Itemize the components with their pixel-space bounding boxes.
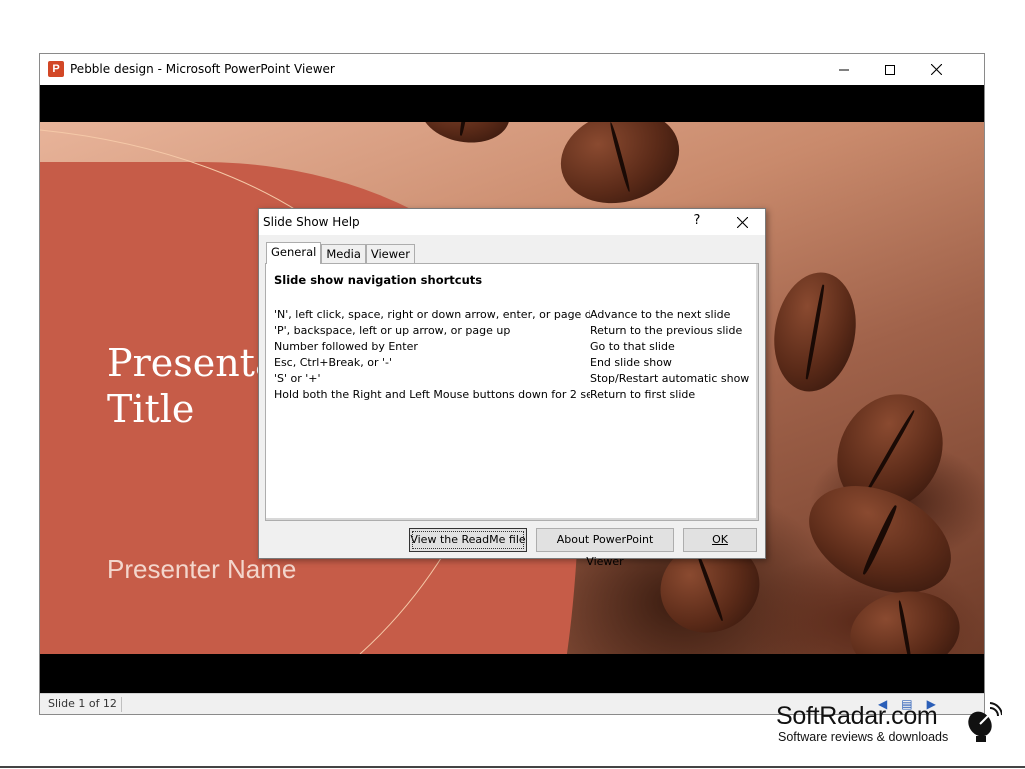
shortcut-list: 'N', left click, space, right or down ar… — [274, 307, 758, 403]
shortcut-action: Advance to the next slide — [590, 308, 731, 321]
dialog-tabs: General Media Viewer — [266, 242, 415, 264]
shortcut-keys: 'S' or '+' — [274, 372, 321, 385]
dialog-title: Slide Show Help — [263, 215, 360, 229]
shortcut-action: Return to first slide — [590, 388, 696, 401]
watermark-name: SoftRadar.com — [776, 702, 938, 730]
shortcut-action: Stop/Restart automatic show — [590, 372, 750, 385]
list-item: 'P', backspace, left or up arrow, or pag… — [274, 323, 758, 339]
maximize-button[interactable] — [867, 54, 913, 85]
list-item: Number followed by Enter Go to that slid… — [274, 339, 758, 355]
title-bar[interactable]: P Pebble design - Microsoft PowerPoint V… — [40, 54, 984, 85]
minimize-icon — [839, 69, 849, 70]
tab-general[interactable]: General — [266, 242, 322, 264]
shortcut-action: End slide show — [590, 356, 672, 369]
shortcut-action: Go to that slide — [590, 340, 675, 353]
maximize-icon — [885, 64, 895, 75]
slide-show-help-dialog: Slide Show Help ? General Media Viewer S… — [258, 208, 766, 568]
ok-button[interactable]: OK — [683, 528, 757, 552]
shortcut-keys: 'N', left click, space, right or down ar… — [274, 308, 590, 321]
shortcut-keys: 'P', backspace, left or up arrow, or pag… — [274, 324, 511, 337]
tab-media[interactable]: Media — [321, 244, 366, 264]
general-tab-panel: Slide show navigation shortcuts 'N', lef… — [265, 263, 759, 521]
page-divider — [0, 766, 1025, 768]
slide-counter: Slide 1 of 12 — [48, 697, 117, 710]
minimize-button[interactable] — [821, 54, 867, 85]
close-button[interactable] — [913, 54, 959, 85]
shortcut-keys: Hold both the Right and Left Mouse butto… — [274, 388, 590, 401]
satellite-dish-icon — [968, 702, 1002, 742]
slide-title: Presentation Title — [107, 341, 277, 431]
help-button[interactable]: ? — [689, 213, 705, 231]
shortcut-keys: Esc, Ctrl+Break, or '-' — [274, 356, 392, 369]
dialog-close-button[interactable] — [731, 212, 753, 232]
softradar-watermark: SoftRadar.com Software reviews & downloa… — [776, 702, 1006, 748]
tab-viewer[interactable]: Viewer — [365, 244, 415, 264]
section-heading: Slide show navigation shortcuts — [274, 273, 483, 287]
about-viewer-button[interactable]: About PowerPoint Viewer — [536, 528, 674, 568]
window-title: Pebble design - Microsoft PowerPoint Vie… — [70, 62, 335, 76]
list-item: Hold both the Right and Left Mouse butto… — [274, 387, 758, 403]
view-readme-button[interactable]: View the ReadMe file — [409, 528, 527, 552]
dialog-title-bar[interactable]: Slide Show Help ? — [259, 209, 765, 235]
list-item: 'N', left click, space, right or down ar… — [274, 307, 758, 323]
shortcut-action: Return to the previous slide — [590, 324, 743, 337]
watermark-tagline: Software reviews & downloads — [778, 730, 949, 744]
close-icon — [930, 64, 942, 75]
powerpoint-app-icon[interactable]: P — [48, 61, 64, 77]
status-divider — [121, 697, 122, 712]
close-icon — [736, 216, 748, 228]
list-item: 'S' or '+' Stop/Restart automatic show — [274, 371, 758, 387]
shortcut-keys: Number followed by Enter — [274, 340, 418, 353]
list-item: Esc, Ctrl+Break, or '-' End slide show — [274, 355, 758, 371]
